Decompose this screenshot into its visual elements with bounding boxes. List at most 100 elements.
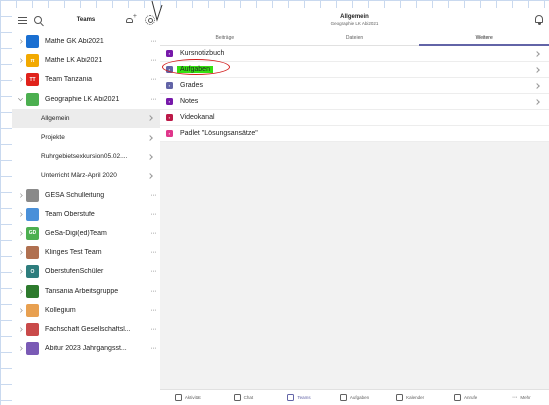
chevron-right-icon xyxy=(147,115,153,122)
sidebar-team-item[interactable]: Fachschaft Gesellschaftsl... ··· xyxy=(12,320,160,339)
nav-teams[interactable]: Teams xyxy=(271,390,327,405)
collapsed-chevron-icon[interactable] xyxy=(18,231,23,236)
sidebar-channel-item[interactable]: Ruhrgebietsexkursion05.02.... xyxy=(12,147,160,166)
tab-list-item[interactable]: ▪ Grades xyxy=(160,78,549,94)
sidebar-channel-item[interactable]: Allgemein xyxy=(12,108,160,128)
more-options-icon[interactable]: ··· xyxy=(151,268,157,275)
sidebar-channel-item[interactable]: Projekte xyxy=(12,128,160,147)
more-options-icon[interactable]: ··· xyxy=(151,38,157,45)
nav-label: Chat xyxy=(243,395,254,400)
sidebar-team-item[interactable]: GD GeSa-Digi(ed)Team ··· xyxy=(12,224,160,243)
gear-icon[interactable] xyxy=(145,15,155,25)
more-options-icon[interactable]: ··· xyxy=(151,288,157,295)
more-options-icon[interactable]: ··· xyxy=(151,326,157,333)
sidebar-channel-item[interactable]: Unterricht März-April 2020 xyxy=(12,166,160,185)
sidebar-team-item[interactable]: Geographie LK Abi2021 ··· xyxy=(12,90,160,109)
more-options-icon[interactable]: ··· xyxy=(151,211,157,218)
tab-list-item[interactable]: ▪ Kursnotizbuch xyxy=(160,46,549,62)
sidebar-team-item[interactable]: TT Team Tanzania ··· xyxy=(12,70,160,89)
sidebar-item-label: Team Oberstufe xyxy=(45,210,95,218)
tab-list-label: Padlet "Lösungsansätze" xyxy=(180,130,258,137)
nav-label: Mehr xyxy=(520,395,531,400)
channel-subtitle: Geographie LK Abi2021 xyxy=(330,20,379,26)
tab-beiträge[interactable]: Beiträge xyxy=(160,32,290,45)
collapsed-chevron-icon[interactable] xyxy=(18,346,23,351)
notes-icon: ▪ xyxy=(166,98,173,105)
channel-title: Allgemein xyxy=(340,13,369,20)
nav-label: Aufgaben xyxy=(349,395,370,400)
tab-list-item[interactable]: ▪ Notes xyxy=(160,94,549,110)
stream-icon: ▪ xyxy=(166,114,173,121)
sidebar-team-item[interactable]: Team Oberstufe ··· xyxy=(12,205,160,224)
more-options-icon[interactable]: ··· xyxy=(151,96,157,103)
sidebar-team-item[interactable]: Abitur 2023 Jahrgangsst... ··· xyxy=(12,339,160,358)
sidebar-team-item[interactable]: GESA Schulleitung ··· xyxy=(12,186,160,205)
collapsed-chevron-icon[interactable] xyxy=(18,327,23,332)
padlet-icon: ▪ xyxy=(166,130,173,137)
more-options-icon[interactable]: ··· xyxy=(151,249,157,256)
chevron-right-icon xyxy=(534,66,540,73)
top-bar: Teams + Allgemein Geographie LK Abi2021 xyxy=(12,8,549,32)
team-avatar xyxy=(26,342,39,356)
tab-weitere[interactable]: Weitere xyxy=(419,32,549,46)
more-options-icon[interactable]: ··· xyxy=(151,307,157,314)
nav-aufgaben[interactable]: Aufgaben xyxy=(327,390,383,405)
notification-bell-icon[interactable] xyxy=(535,15,543,25)
tab-list-item[interactable]: ▪ Videokanal xyxy=(160,110,549,126)
sidebar-item-label: Allgemein xyxy=(41,114,70,122)
team-avatar xyxy=(26,322,39,336)
collapsed-chevron-icon[interactable] xyxy=(18,58,23,63)
sidebar-team-item[interactable]: Mathe GK Abi2021 ··· xyxy=(12,32,160,51)
sidebar-item-label: Kollegium xyxy=(45,306,76,314)
team-avatar: GD xyxy=(26,226,39,240)
more-options-icon[interactable]: ··· xyxy=(151,57,157,64)
collapsed-chevron-icon[interactable] xyxy=(18,308,23,313)
collapsed-chevron-icon[interactable] xyxy=(18,250,23,255)
nav-label: Aktivität xyxy=(184,395,201,400)
chevron-right-icon xyxy=(147,153,153,160)
sidebar-item-label: Abitur 2023 Jahrgangsst... xyxy=(45,345,127,353)
add-team-icon[interactable]: + xyxy=(126,13,137,24)
team-avatar xyxy=(26,246,39,260)
more-options-icon[interactable]: ··· xyxy=(151,230,157,237)
team-avatar xyxy=(26,284,39,298)
bell-icon xyxy=(174,394,182,401)
collapsed-chevron-icon[interactable] xyxy=(18,288,23,294)
sidebar-item-label: Fachschaft Gesellschaftsl... xyxy=(45,325,131,333)
sidebar-team-item[interactable]: π Mathe LK Abi2021 ··· xyxy=(12,51,160,70)
nav-chat[interactable]: Chat xyxy=(216,390,272,405)
team-avatar xyxy=(26,303,39,317)
more-options-icon[interactable]: ··· xyxy=(151,345,157,352)
chevron-right-icon xyxy=(534,82,540,89)
collapsed-chevron-icon[interactable] xyxy=(18,77,23,83)
tab-list-label: Notes xyxy=(180,98,199,105)
collapsed-chevron-icon[interactable] xyxy=(18,192,23,198)
sidebar-team-item[interactable]: Kollegium ··· xyxy=(12,301,160,320)
more-options-icon[interactable]: ··· xyxy=(151,76,157,83)
calendar-icon xyxy=(396,394,404,401)
teams-panel-header: Teams + xyxy=(12,8,160,32)
more-options-icon[interactable]: ··· xyxy=(151,192,157,199)
nav-mehr[interactable]: ··· Mehr xyxy=(493,390,549,405)
nav-kalender[interactable]: Kalender xyxy=(382,390,438,405)
sidebar-team-item[interactable]: Tansania Arbeitsgruppe ··· xyxy=(12,281,160,300)
teams-app: Teams + Allgemein Geographie LK Abi2021 … xyxy=(12,8,549,405)
onenote-icon: ▪ xyxy=(166,50,173,57)
nav-aktivitt[interactable]: Aktivität xyxy=(160,390,216,405)
collapsed-chevron-icon[interactable] xyxy=(18,269,23,274)
chevron-right-icon xyxy=(147,134,153,141)
tab-list-item[interactable]: ▪ Padlet "Lösungsansätze" xyxy=(160,126,549,142)
team-avatar xyxy=(26,35,39,49)
nav-anrufe[interactable]: Anrufe xyxy=(438,390,494,405)
tab-list: ▪ Kursnotizbuch ▪ Aufgaben ▪ Grades ▪ Notes ▪ Vid… xyxy=(160,46,549,142)
sidebar-team-item[interactable]: Klinges Test Team ··· xyxy=(12,243,160,262)
chevron-right-icon xyxy=(147,173,153,179)
nav-label: Anrufe xyxy=(464,395,478,400)
tab-list-item[interactable]: ▪ Aufgaben xyxy=(160,59,549,78)
tab-dateien[interactable]: Dateien xyxy=(290,32,420,45)
collapsed-chevron-icon[interactable] xyxy=(18,212,23,217)
team-avatar: TT xyxy=(26,73,39,87)
collapsed-chevron-icon[interactable] xyxy=(18,39,23,44)
expanded-chevron-icon[interactable] xyxy=(18,95,23,101)
sidebar-team-item[interactable]: O OberstufenSchüler ··· xyxy=(12,262,160,281)
